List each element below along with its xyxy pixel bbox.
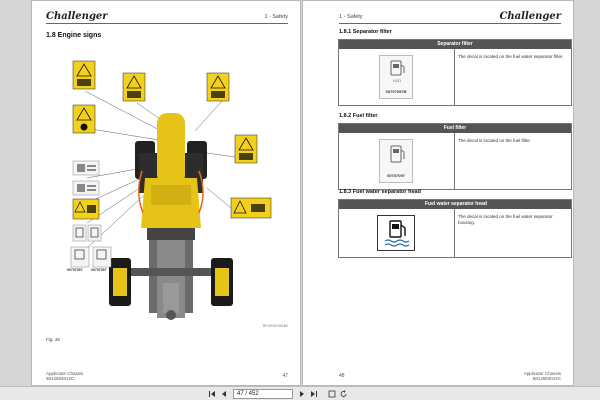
decal-part-right: 00707097 (91, 268, 107, 272)
svg-text:H2O: H2O (393, 78, 401, 83)
decal-table-separator-filter: Separator filter H2O 00707097B The decal… (338, 39, 572, 106)
fuel-decal-single-b (92, 246, 112, 268)
decal-description: The decal is located on the fuel water s… (458, 54, 564, 59)
brand-logo: Challenger (499, 11, 561, 22)
viewer-toolbar: 47 / 452 (0, 386, 600, 400)
fit-page-icon[interactable] (328, 390, 336, 398)
decal-image-cell (339, 209, 455, 257)
warning-decal-2 (72, 104, 96, 134)
warning-decal-6 (230, 197, 272, 219)
page-number-field[interactable]: 47 / 452 (233, 389, 293, 399)
warning-decal-5 (234, 134, 258, 164)
page-number: 48 (339, 373, 345, 379)
footer-code: 5812584012C (46, 376, 75, 381)
prev-page-icon[interactable] (220, 390, 228, 398)
fuel-water-decal-icon (377, 215, 415, 251)
section-title: 1.8 Engine signs (46, 32, 102, 39)
next-page-icon[interactable] (298, 390, 306, 398)
table-header: Fuel water separator head (339, 200, 571, 209)
warning-decal-4 (206, 72, 230, 102)
table-header: Separator filter (339, 40, 571, 49)
machine-illustration (70, 60, 272, 320)
decal-part-number: 00707097 (387, 173, 405, 178)
section-header: 1 - Safety (339, 14, 363, 20)
subsection-title-3: 1.8.3 Fuel water separator head (339, 189, 421, 195)
subsection-title-2: 1.8.2 Fuel filter (339, 113, 378, 119)
pdf-viewer: Challenger 1 - Safety 1.8 Engine signs 0… (0, 0, 600, 400)
rotate-icon[interactable] (340, 390, 348, 398)
info-decal-2 (72, 180, 100, 196)
decal-description: The decal is located on the fuel filter. (458, 138, 532, 143)
decal-image-cell: 00707097 (339, 133, 455, 189)
warning-decal-1 (72, 60, 96, 90)
table-header: Fuel filter (339, 124, 571, 133)
decal-image-cell: H2O 00707097B (339, 49, 455, 105)
decal-description: The decal is located on the fuel water s… (458, 214, 553, 225)
section-header: 1 - Safety (264, 14, 288, 20)
decal-part-number: 00707097B (385, 89, 407, 94)
table-row: H2O 00707097B The decal is located on th… (339, 49, 571, 105)
last-page-icon[interactable] (310, 390, 318, 398)
fuel-filter-decal-icon: H2O 00707097B (379, 55, 413, 99)
figure-caption: Fig. 38 (46, 337, 60, 342)
fuel-pump-decal-icon: 00707097 (379, 139, 413, 183)
decal-table-water-separator-head: Fuel water separator head The decal is l… (338, 199, 572, 258)
table-row: The decal is located on the fuel water s… (339, 209, 571, 257)
page-right: 1 - Safety Challenger 1.8.1 Separator fi… (302, 0, 574, 386)
fuel-decal-pair (72, 224, 102, 242)
figure-reference: RP22H01001B0 (262, 324, 288, 328)
engine-signs-figure: 00707097 00707097 RP22H01001B0 (47, 53, 292, 331)
header-rule (339, 23, 561, 24)
footer-code: 5812584012C (532, 376, 561, 381)
header-rule (46, 23, 288, 24)
info-decal-1 (72, 160, 100, 176)
fuel-decal-single-a (70, 246, 90, 268)
page-left: Challenger 1 - Safety 1.8 Engine signs 0… (31, 0, 301, 386)
subsection-title-1: 1.8.1 Separator filter (339, 29, 392, 35)
decal-table-fuel-filter: Fuel filter 00707097 The decal is locate… (338, 123, 572, 190)
warning-decal-3 (122, 72, 146, 102)
brand-logo: Challenger (46, 11, 108, 22)
warning-decal-7 (72, 198, 100, 220)
page-number: 47 (282, 373, 288, 379)
table-row: 00707097 The decal is located on the fue… (339, 133, 571, 189)
decal-part-left: 00707097 (67, 268, 83, 272)
first-page-icon[interactable] (208, 390, 216, 398)
